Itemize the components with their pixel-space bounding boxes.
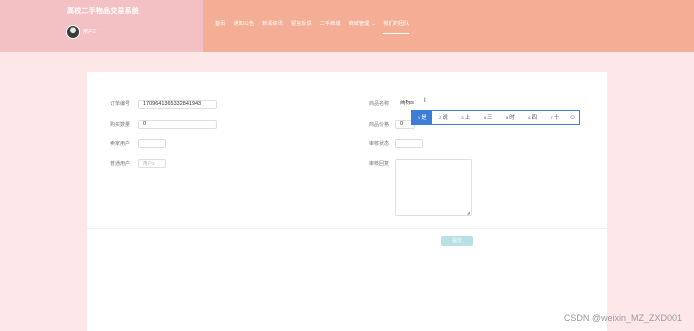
ime-candidate-3[interactable]: 3上 — [455, 111, 477, 124]
nav-item-news[interactable]: 新闻资讯 — [262, 20, 283, 34]
app-title: 高校二手物品交易系统 — [67, 8, 139, 15]
nav-item-shop[interactable]: 二手商城 — [320, 20, 341, 34]
audit-reply-label: 审核回复 — [369, 161, 390, 167]
nav-item-label: 新闻资讯 — [262, 21, 283, 27]
nav-item-label: 首页 — [215, 21, 226, 27]
nav-item-label: 商城管理 — [348, 21, 370, 27]
order-no-label: 订单编号 — [110, 101, 131, 107]
text-cursor-icon: I — [424, 98, 426, 104]
ime-candidate-text: 时 — [509, 115, 515, 121]
nav-item-notices[interactable]: 通知公告 — [233, 20, 254, 34]
top-header: 高校二手物品交易系统 用户2 · 首页 通知公告 新闻资讯 留言反馈 二手商城 … — [0, 0, 694, 52]
ime-candidate-2[interactable]: 2说 — [432, 111, 454, 124]
avatar[interactable] — [66, 25, 80, 39]
nav-item-feedback[interactable]: 留言反馈 — [291, 20, 312, 34]
nav-item-label: 通知公告 — [233, 21, 255, 27]
nav-item-home[interactable]: 首页 — [215, 20, 225, 34]
ime-candidate-popup: 1是 2说 3上 4三 5时 6四 7十 ☺ — [411, 110, 580, 125]
ime-candidate-text: 上 — [464, 115, 471, 121]
username[interactable]: 用户2 — [83, 28, 96, 35]
buy-qty-label: 购买数量 — [110, 122, 131, 128]
audit-status-input[interactable] — [395, 139, 423, 148]
audit-status-label: 审核状态 — [369, 141, 390, 147]
page: 高校二手物品交易系统 用户2 · 首页 通知公告 新闻资讯 留言反馈 二手商城 … — [0, 0, 694, 331]
ime-candidate-text: 说 — [442, 115, 448, 121]
ime-candidate-text: 十 — [553, 115, 560, 121]
main-nav: 首页 通知公告 新闻资讯 留言反馈 二手商城 商城管理 ⌄ 我们的团队 — [215, 20, 417, 34]
ime-candidate-text: 四 — [531, 115, 537, 121]
nav-item-label: 二手商城 — [319, 21, 341, 27]
order-no-input[interactable]: 1709641365332841943 — [138, 100, 217, 109]
buy-qty-input[interactable]: 0 — [138, 120, 217, 129]
user-menu-caret-icon[interactable]: · — [101, 27, 103, 33]
ime-candidate-num: 1 — [417, 115, 421, 120]
form-divider — [87, 228, 607, 229]
audit-reply-textarea[interactable]: ◢ — [395, 159, 472, 216]
nav-item-shop-manage[interactable]: 商城管理 ⌄ — [348, 20, 375, 34]
ime-candidate-num: 7 — [550, 115, 553, 120]
product-price-label: 商品价格 — [369, 122, 390, 128]
ime-candidate-7[interactable]: 7十 — [544, 111, 566, 124]
ime-candidate-text: 三 — [486, 115, 493, 121]
buyer-user-label: 普通用户 — [110, 161, 131, 167]
chevron-down-icon: ⌄ — [371, 21, 376, 27]
ime-candidate-6[interactable]: 6四 — [521, 111, 543, 124]
ime-candidate-num: 5 — [505, 115, 509, 120]
header-nav-area: 首页 通知公告 新闻资讯 留言反馈 二手商城 商城管理 ⌄ 我们的团队 — [203, 0, 694, 52]
nav-item-team[interactable]: 我们的团队 — [383, 20, 410, 34]
smiley-icon[interactable]: ☺ — [566, 114, 579, 121]
nav-item-label: 留言反馈 — [290, 21, 312, 27]
product-name-label: 商品名称 — [369, 101, 390, 107]
ime-candidate-text: 是 — [421, 115, 427, 121]
ime-candidate-num: 4 — [483, 115, 486, 120]
buyer-user-input[interactable]: 用户2 — [138, 159, 166, 168]
seller-user-input[interactable] — [138, 139, 166, 148]
ime-candidate-5[interactable]: 5时 — [499, 111, 521, 124]
ime-candidate-4[interactable]: 4三 — [477, 111, 499, 124]
seller-user-label: 卖家用户 — [110, 141, 131, 147]
header-brand-area: 高校二手物品交易系统 用户2 · — [0, 0, 203, 52]
ime-candidate-num: 3 — [461, 115, 464, 120]
ime-candidate-1[interactable]: 1是 — [412, 111, 433, 124]
watermark: CSDN @weixin_MZ_ZXD001 — [563, 313, 682, 323]
submit-button[interactable]: 提交 — [441, 236, 473, 246]
resize-handle-icon[interactable]: ◢ — [467, 211, 470, 215]
nav-item-label: 我们的团队 — [383, 21, 410, 27]
